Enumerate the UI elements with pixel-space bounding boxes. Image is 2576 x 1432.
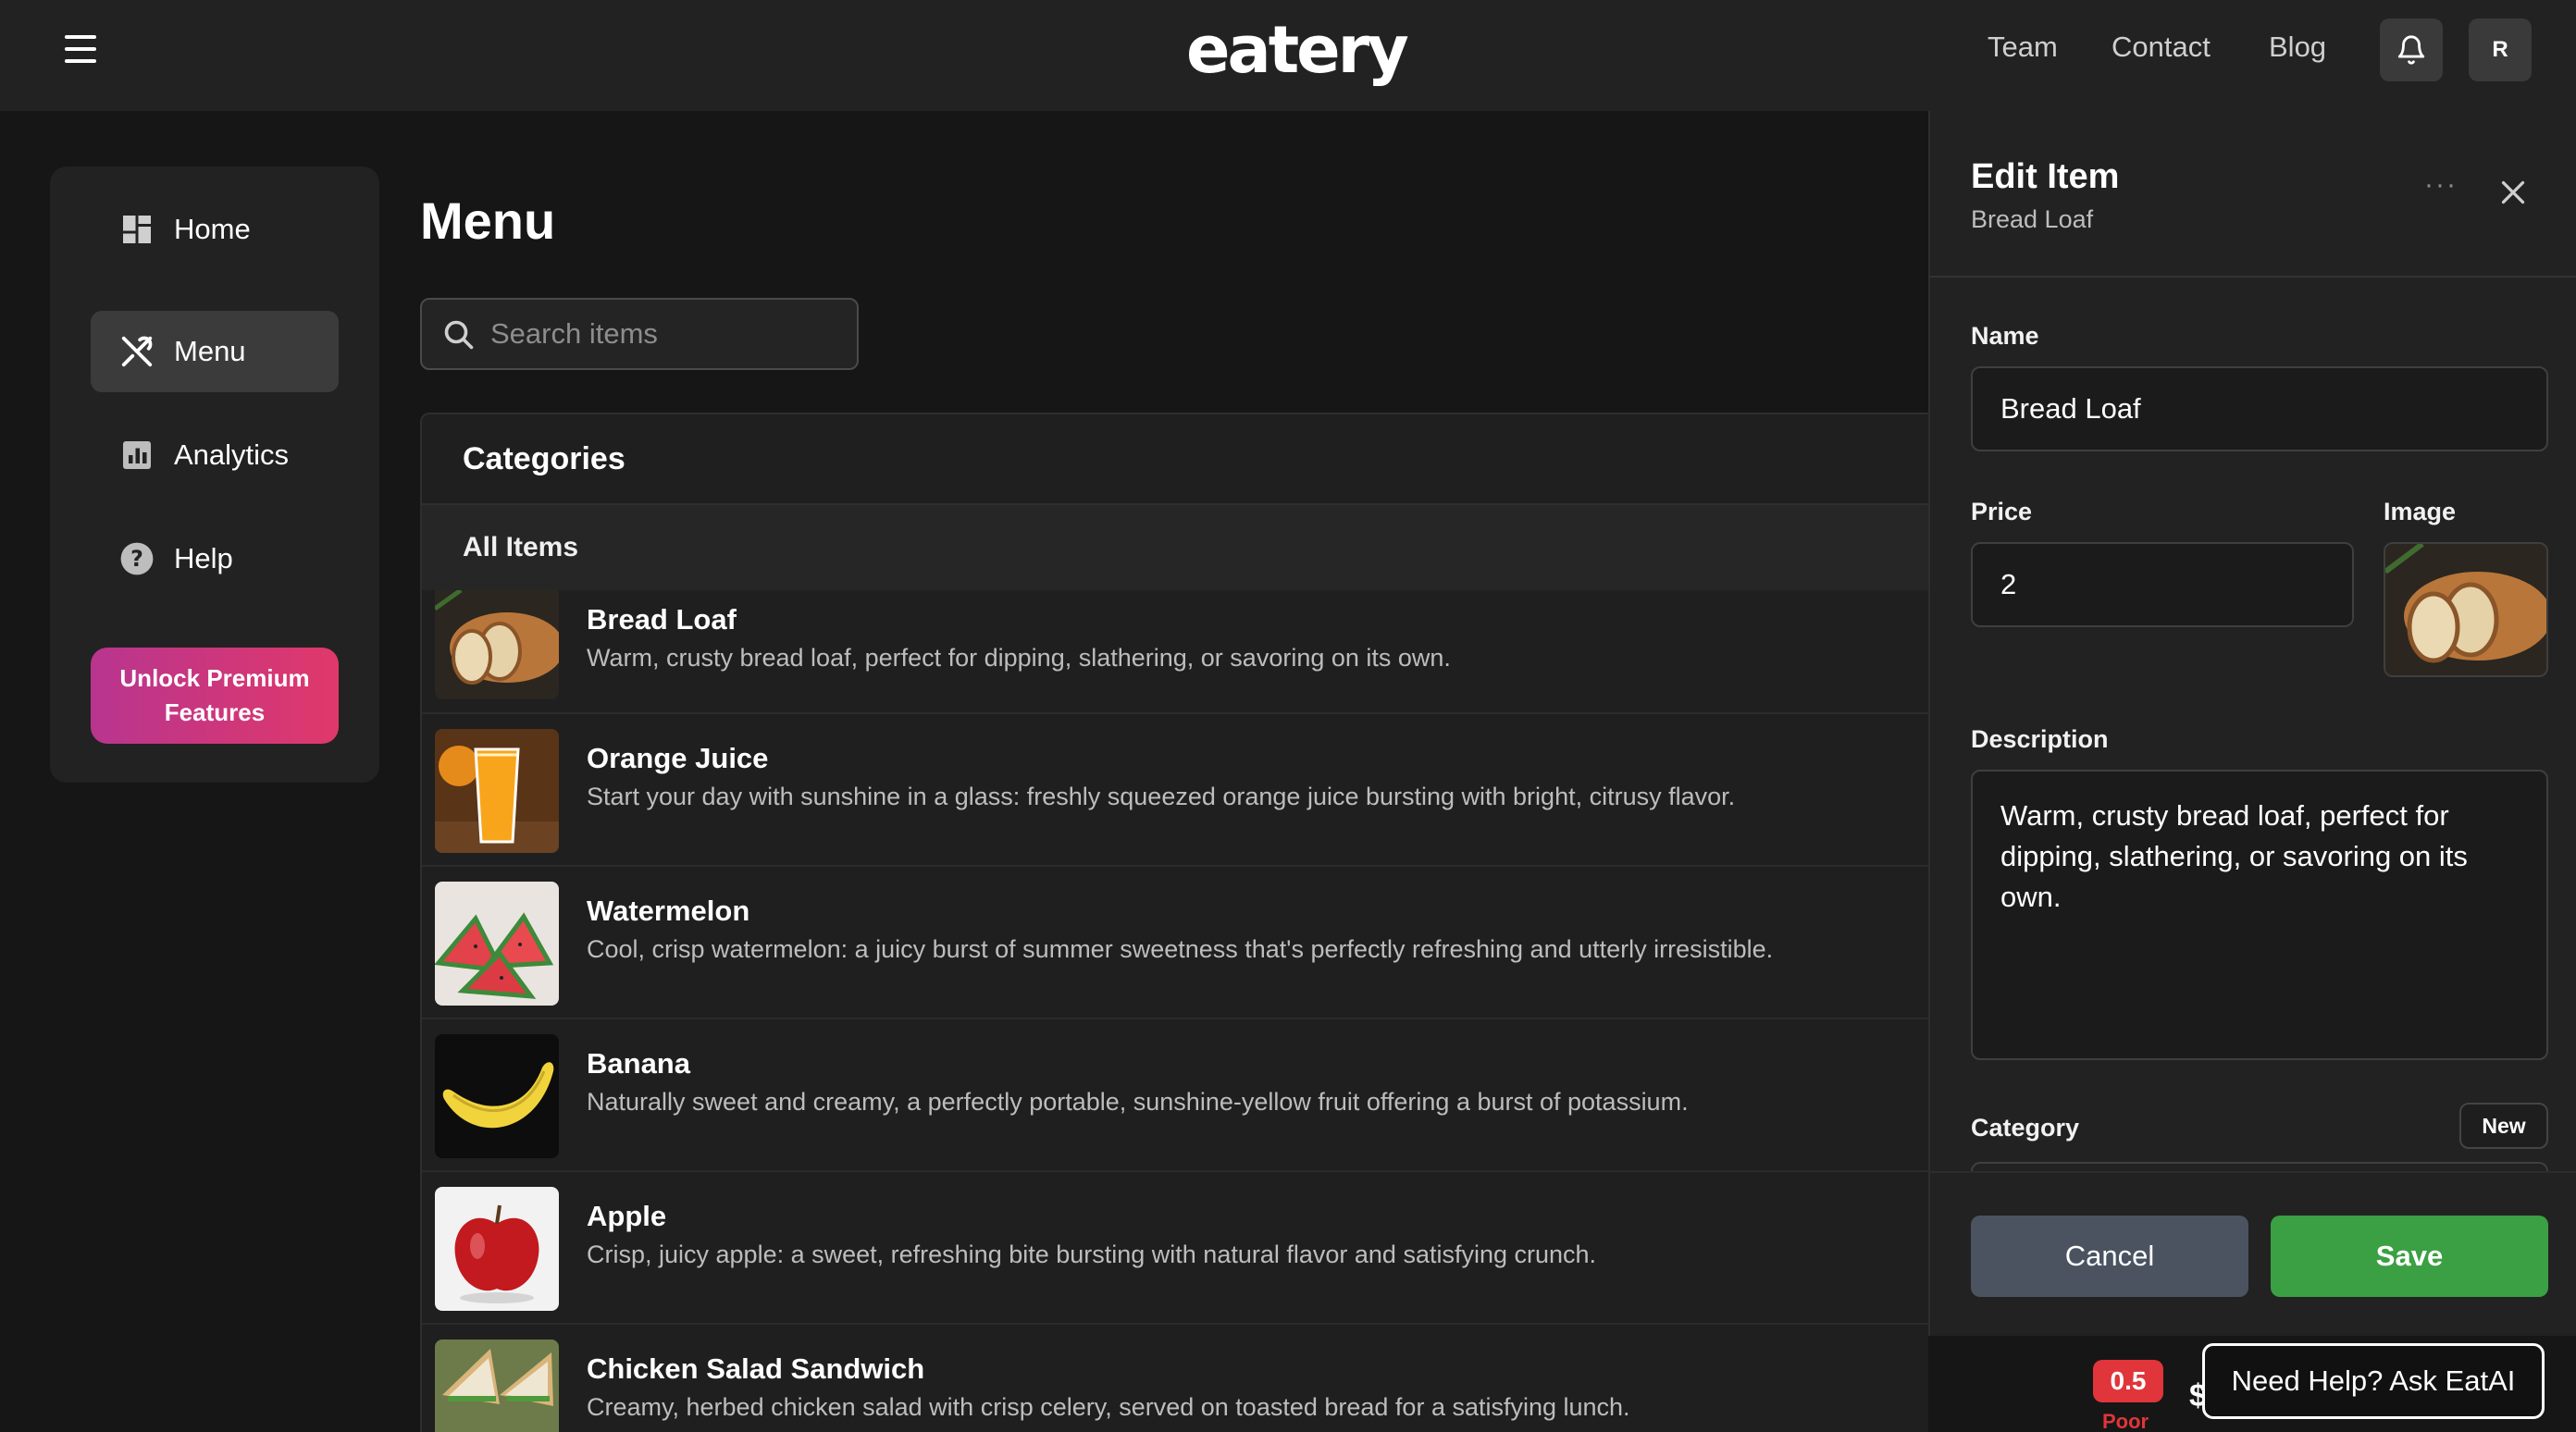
banana-thumbnail xyxy=(435,1034,559,1158)
search-box xyxy=(420,298,859,370)
sidebar: Home Menu Analytics ? Help Unlock Premiu… xyxy=(50,167,379,783)
description-textarea[interactable]: Warm, crusty bread loaf, perfect for dip… xyxy=(1971,770,2548,1060)
nav-link-blog[interactable]: Blog xyxy=(2269,31,2326,64)
apple-thumbnail xyxy=(435,1187,559,1311)
nav-link-contact[interactable]: Contact xyxy=(2112,31,2211,64)
edit-item-drawer: Edit Item Bread Loaf ··· Name Price Imag… xyxy=(1928,111,2576,1336)
item-image-preview[interactable] xyxy=(2384,542,2548,677)
menu-item-description: Cool, crisp watermelon: a juicy burst of… xyxy=(587,935,1774,963)
watermelon-thumbnail xyxy=(435,882,559,1006)
name-input[interactable] xyxy=(1971,366,2548,451)
ask-eatai-button[interactable]: Need Help? Ask EatAI xyxy=(2202,1343,2545,1419)
menu-item-name: Apple xyxy=(587,1200,667,1232)
hamburger-menu-icon[interactable] xyxy=(65,35,102,65)
premium-label-line2: Features xyxy=(164,698,266,726)
menu-item-description: Warm, crusty bread loaf, perfect for dip… xyxy=(587,644,1451,672)
menu-item-description: Creamy, herbed chicken salad with crisp … xyxy=(587,1393,1630,1421)
name-label: Name xyxy=(1971,322,2039,350)
notifications-button[interactable] xyxy=(2380,19,2443,81)
close-icon[interactable] xyxy=(2496,176,2530,209)
avatar-initial: R xyxy=(2492,37,2508,62)
category-label: Category xyxy=(1971,1114,2080,1142)
bell-icon xyxy=(2397,35,2425,65)
bread-loaf-thumbnail xyxy=(435,590,559,699)
categories-panel: Categories All Items Bread Loaf Warm, cr… xyxy=(420,413,1928,1432)
menu-item-orange-juice[interactable]: Orange Juice Start your day with sunshin… xyxy=(422,714,1928,867)
categories-title: Categories xyxy=(422,414,1928,505)
score-badge: 0.5 xyxy=(2093,1360,2163,1402)
menu-item-bread-loaf[interactable]: Bread Loaf Warm, crusty bread loaf, perf… xyxy=(422,590,1928,714)
premium-label-line1: Unlock Premium xyxy=(119,664,310,692)
menu-item-name: Banana xyxy=(587,1047,690,1080)
sidebar-item-home[interactable]: Home xyxy=(91,189,339,270)
search-icon xyxy=(444,320,474,350)
category-all-items[interactable]: All Items xyxy=(422,505,1928,590)
nav-link-team[interactable]: Team xyxy=(1988,31,2058,64)
price-label: Price xyxy=(1971,498,2033,525)
sidebar-item-label: Analytics xyxy=(174,438,290,471)
search-input[interactable] xyxy=(490,309,842,359)
menu-item-name: Watermelon xyxy=(587,895,750,927)
drawer-footer: Cancel Save xyxy=(1930,1171,2576,1336)
orange-juice-thumbnail xyxy=(435,729,559,853)
question-circle-icon: ? xyxy=(118,540,155,577)
eatery-logo[interactable]: eatery xyxy=(1186,13,1409,87)
drawer-divider xyxy=(1930,276,2576,278)
drawer-subtitle: Bread Loaf xyxy=(1971,205,2094,233)
sidebar-item-analytics[interactable]: Analytics xyxy=(91,414,339,496)
description-label: Description xyxy=(1971,725,2109,753)
cancel-button[interactable]: Cancel xyxy=(1971,1216,2248,1297)
drawer-title: Edit Item xyxy=(1971,157,2120,196)
menu-item-name: Bread Loaf xyxy=(587,603,737,636)
svg-text:?: ? xyxy=(130,546,143,572)
menu-item-name: Chicken Salad Sandwich xyxy=(587,1352,925,1385)
image-label: Image xyxy=(2384,498,2457,525)
menu-item-name: Orange Juice xyxy=(587,742,769,774)
menu-item-list: Bread Loaf Warm, crusty bread loaf, perf… xyxy=(422,590,1928,1432)
bar-chart-icon xyxy=(118,437,155,474)
menu-item-apple[interactable]: Apple Crisp, juicy apple: a sweet, refre… xyxy=(422,1172,1928,1325)
score-label: Poor xyxy=(2102,1410,2149,1432)
menu-item-watermelon[interactable]: Watermelon Cool, crisp watermelon: a jui… xyxy=(422,867,1928,1019)
page-title: Menu xyxy=(420,191,556,250)
sidebar-item-label: Home xyxy=(174,213,251,245)
sidebar-item-label: Help xyxy=(174,542,233,574)
price-input[interactable] xyxy=(1971,542,2354,627)
sidebar-item-menu[interactable]: Menu xyxy=(91,311,339,392)
menu-item-chicken-salad-sandwich[interactable]: Chicken Salad Sandwich Creamy, herbed ch… xyxy=(422,1325,1928,1432)
sidebar-item-label: Menu xyxy=(174,335,246,367)
new-category-button[interactable]: New xyxy=(2459,1103,2548,1149)
more-options-icon[interactable]: ··· xyxy=(2424,171,2461,199)
user-avatar-button[interactable]: R xyxy=(2469,19,2532,81)
sidebar-item-help[interactable]: ? Help xyxy=(91,518,339,599)
menu-item-description: Naturally sweet and creamy, a perfectly … xyxy=(587,1088,1689,1116)
dashboard-icon xyxy=(118,211,155,248)
menu-item-banana[interactable]: Banana Naturally sweet and creamy, a per… xyxy=(422,1019,1928,1172)
menu-item-description: Crisp, juicy apple: a sweet, refreshing … xyxy=(587,1241,1597,1268)
menu-item-description: Start your day with sunshine in a glass:… xyxy=(587,783,1736,810)
save-button[interactable]: Save xyxy=(2271,1216,2548,1297)
utensils-icon xyxy=(118,333,155,370)
chicken-salad-sandwich-thumbnail xyxy=(435,1339,559,1432)
unlock-premium-button[interactable]: Unlock Premium Features xyxy=(91,648,339,744)
top-bar: eatery Team Contact Blog R xyxy=(0,0,2576,111)
